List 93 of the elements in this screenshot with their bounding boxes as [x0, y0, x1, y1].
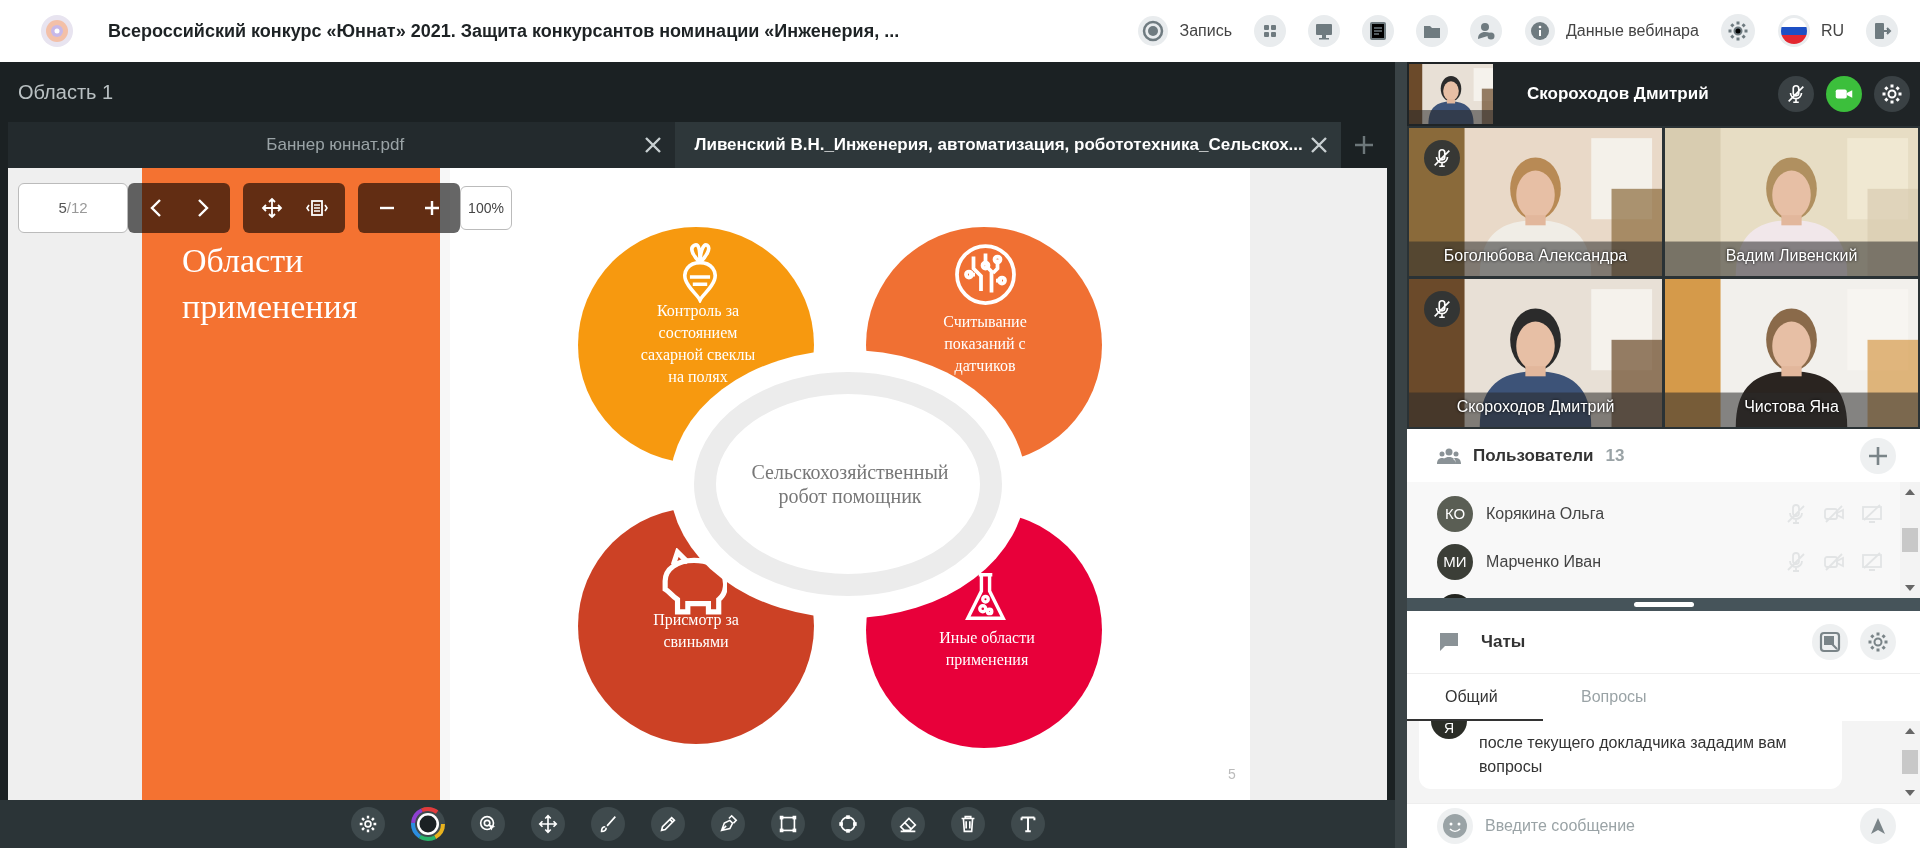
ellipse-tool-button[interactable] [831, 807, 865, 841]
microphone-off-icon [1431, 298, 1453, 320]
text-tool-button[interactable] [1011, 807, 1045, 841]
send-button[interactable] [1860, 808, 1896, 844]
language-button[interactable]: RU [1776, 14, 1844, 48]
ellipse-icon [837, 813, 859, 835]
page-number: 5 [1228, 765, 1236, 784]
document-tab[interactable]: Баннер юннат.pdf [8, 122, 675, 168]
center-label: Сельскохозяйственный робот помощник [750, 460, 950, 508]
add-user-button[interactable] [1469, 15, 1502, 47]
participant-name: Скороходов Дмитрий [1455, 397, 1616, 417]
trash-tool-button[interactable] [951, 807, 985, 841]
microphone-off-button[interactable] [1778, 76, 1814, 112]
zoom-field[interactable]: 100% [460, 186, 512, 230]
user-row[interactable]: КО Корякина Ольга [1407, 490, 1900, 538]
plus-icon [1867, 444, 1889, 467]
settings-button[interactable] [1874, 76, 1910, 112]
settings-tool-button[interactable] [351, 807, 385, 841]
flag-icon [1776, 14, 1811, 48]
participant-name: Скороходов Дмитрий [1527, 83, 1709, 106]
smiley-icon [1442, 813, 1468, 839]
apps-button[interactable] [1253, 15, 1286, 47]
rectangle-tool-button[interactable] [771, 807, 805, 841]
circuit-icon [957, 246, 1014, 303]
rectangle-icon [777, 813, 799, 835]
popout-button[interactable] [1812, 624, 1848, 660]
pencil-tool-button[interactable] [651, 807, 685, 841]
beet-icon [684, 244, 716, 301]
move-icon [260, 197, 283, 219]
scroll-up-icon[interactable] [1904, 727, 1916, 735]
participant-name: Вадим Ливенский [1724, 246, 1859, 266]
area-label: Контроль за состоянием сахарной свеклы на полях [639, 301, 757, 387]
scroll-thumb[interactable] [1902, 528, 1918, 552]
emoji-button[interactable] [1437, 808, 1473, 844]
info-icon [1523, 15, 1556, 47]
close-icon[interactable] [1309, 135, 1329, 155]
message-text: после текущего докладчика зададим вам вопросы [1479, 733, 1788, 777]
record-button[interactable]: Запись [1137, 15, 1232, 47]
color-wheel-tool-button[interactable] [411, 807, 445, 841]
area-label: Присмотр за свиньями [652, 610, 740, 652]
scroll-down-icon[interactable] [1904, 789, 1916, 797]
settings-icon [1880, 82, 1904, 106]
users-icon [1437, 446, 1461, 465]
user-avatar: Я [1431, 721, 1467, 739]
participant-name: Чистова Яна [1743, 397, 1840, 417]
scroll-up-icon[interactable] [1904, 488, 1916, 496]
popout-icon [1819, 631, 1841, 653]
chat-title: Чаты [1481, 631, 1526, 654]
scroll-down-icon[interactable] [1904, 584, 1916, 592]
send-icon [1868, 816, 1888, 836]
slide-title: Области применения [182, 241, 359, 327]
area-label: Иные области применения [938, 628, 1036, 671]
monitor-button[interactable] [1307, 15, 1340, 47]
settings-icon [357, 813, 379, 835]
move-tool-button[interactable] [531, 807, 565, 841]
microphone-off-icon [1785, 83, 1807, 105]
page-field[interactable]: 5/12 [18, 183, 128, 233]
chat-icon [1439, 632, 1459, 652]
user-name: Марченко Иван [1486, 552, 1602, 572]
document-tab[interactable]: Ливенский В.Н._Инженерия, автоматизация, робототехника_Сельскох... [674, 122, 1341, 168]
area-label: Считывание показаний с датчиков [942, 312, 1028, 377]
camera-button[interactable] [1826, 76, 1862, 112]
add-user-button[interactable] [1860, 437, 1896, 474]
user-avatar: МИ [1437, 544, 1473, 580]
webinar-info-button[interactable]: Данные вебинара [1523, 15, 1699, 47]
logo-icon [40, 14, 74, 48]
document-button[interactable] [1361, 15, 1394, 47]
scrollbar[interactable] [1900, 482, 1920, 598]
cursor-tool-button[interactable] [471, 807, 505, 841]
user-name: Корякина Ольга [1486, 504, 1605, 524]
close-icon[interactable] [642, 135, 663, 155]
user-avatar: КО [1437, 496, 1473, 532]
settings-icon [1866, 630, 1890, 654]
exit-button[interactable] [1866, 15, 1898, 47]
microphone-off-icon [1431, 147, 1453, 169]
message-input[interactable]: Введите сообщение [1485, 814, 1860, 838]
flask-icon [967, 574, 1004, 619]
users-count: 13 [1605, 444, 1625, 467]
users-title: Пользователи [1473, 444, 1594, 467]
add-tab-icon[interactable] [1353, 134, 1375, 156]
move-icon [537, 813, 559, 835]
color-ring-icon [411, 807, 445, 841]
folder-button[interactable] [1415, 15, 1448, 47]
eraser-tool-button[interactable] [891, 807, 925, 841]
scroll-thumb[interactable] [1902, 750, 1918, 774]
resize-handle[interactable] [1633, 602, 1694, 607]
user-row[interactable]: МИ Марченко Иван [1407, 538, 1900, 586]
record-icon [1137, 15, 1170, 47]
page-icon [305, 197, 328, 219]
brush-tool-button[interactable] [591, 807, 625, 841]
area-title: Область 1 [18, 80, 114, 105]
webinar-title: Всероссийский конкурс «Юннат» 2021. Защита конкурсантов номинации «Инженерия, ... [108, 19, 900, 43]
pen-tool-button[interactable] [711, 807, 745, 841]
